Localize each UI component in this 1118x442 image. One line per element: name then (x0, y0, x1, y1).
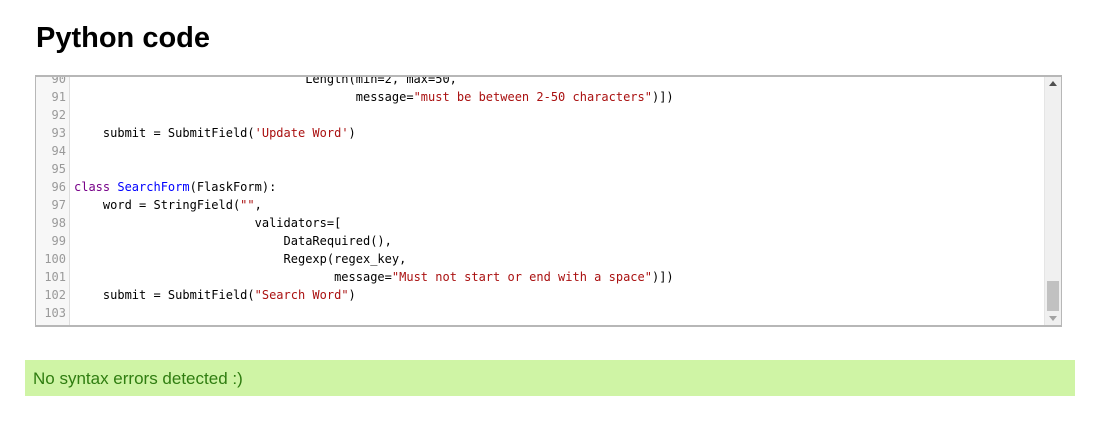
code-line[interactable]: 95 (36, 160, 1045, 178)
code-line[interactable]: 101 message="Must not start or end with … (36, 268, 1045, 286)
code-token: Length(min=2, max=50, (74, 75, 457, 86)
scroll-down-arrow-icon[interactable] (1049, 316, 1057, 321)
code-token: "" (240, 198, 255, 212)
line-number: 102 (44, 288, 66, 302)
code-line[interactable]: 91 message="must be between 2-50 charact… (36, 88, 1045, 106)
vertical-scrollbar[interactable] (1044, 77, 1061, 325)
code-token: (FlaskForm): (189, 180, 277, 194)
code-token: word = StringField( (74, 198, 241, 212)
line-number: 91 (51, 90, 66, 104)
line-number: 97 (51, 198, 66, 212)
scrollbar-thumb[interactable] (1047, 281, 1059, 311)
line-number: 101 (44, 270, 66, 284)
code-line[interactable]: 100 Regexp(regex_key, (36, 250, 1045, 268)
code-token: SearchForm (117, 180, 190, 194)
code-text: validators=[ (74, 214, 342, 232)
code-token: , (254, 198, 262, 212)
code-token: Regexp(regex_key, (74, 252, 407, 266)
code-token: message= (74, 90, 414, 104)
code-token: class (74, 180, 118, 194)
line-number: 96 (51, 180, 66, 194)
code-token: "must be between 2-50 characters" (413, 90, 652, 104)
code-text: DataRequired(), (74, 232, 392, 250)
code-text: Regexp(regex_key, (74, 250, 407, 268)
code-line[interactable]: 93 submit = SubmitField('Update Word') (36, 124, 1045, 142)
code-text: submit = SubmitField("Search Word") (74, 286, 356, 304)
code-token: validators=[ (74, 216, 342, 230)
code-token: "Search Word" (254, 288, 349, 302)
code-text: class SearchForm(FlaskForm): (74, 178, 276, 196)
syntax-status-message: No syntax errors detected :) (25, 360, 1075, 396)
line-number: 98 (51, 216, 66, 230)
code-line[interactable]: 90 Length(min=2, max=50, (36, 75, 1045, 88)
scroll-up-arrow-icon[interactable] (1049, 81, 1057, 86)
line-number: 95 (51, 162, 66, 176)
code-line[interactable]: 96 class SearchForm(FlaskForm): (36, 178, 1045, 196)
code-lines[interactable]: 90 Length(min=2, max=50, 91 message="must… (36, 75, 1045, 322)
code-line[interactable]: 98 validators=[ (36, 214, 1045, 232)
code-token: ) (348, 288, 356, 302)
code-token: message= (74, 270, 392, 284)
code-line[interactable]: 103 (36, 304, 1045, 322)
code-token: ) (348, 126, 356, 140)
code-token: )]) (651, 270, 674, 284)
code-line[interactable]: 102 submit = SubmitField("Search Word") (36, 286, 1045, 304)
line-number: 94 (51, 144, 66, 158)
page-title: Python code (36, 22, 211, 54)
code-text: word = StringField("", (74, 196, 262, 214)
code-token: submit = SubmitField( (74, 126, 255, 140)
line-number: 103 (44, 306, 66, 320)
code-line[interactable]: 97 word = StringField("", (36, 196, 1045, 214)
code-token: submit = SubmitField( (74, 288, 255, 302)
code-text: message="Must not start or end with a sp… (74, 268, 674, 286)
code-text: message="must be between 2-50 characters… (74, 88, 674, 106)
code-line[interactable]: 99 DataRequired(), (36, 232, 1045, 250)
code-token: )]) (651, 90, 674, 104)
line-number: 99 (51, 234, 66, 248)
line-number: 93 (51, 126, 66, 140)
line-number: 100 (44, 252, 66, 266)
code-line[interactable]: 92 (36, 106, 1045, 124)
code-token: "Must not start or end with a space" (391, 270, 652, 284)
code-text: submit = SubmitField('Update Word') (74, 124, 356, 142)
code-line[interactable]: 94 (36, 142, 1045, 160)
line-number: 92 (51, 108, 66, 122)
line-number: 90 (51, 75, 66, 86)
code-text: Length(min=2, max=50, (74, 75, 457, 88)
code-token: DataRequired(), (74, 234, 392, 248)
code-token: 'Update Word' (254, 126, 349, 140)
code-editor[interactable]: 90 Length(min=2, max=50, 91 message="must… (35, 75, 1062, 327)
